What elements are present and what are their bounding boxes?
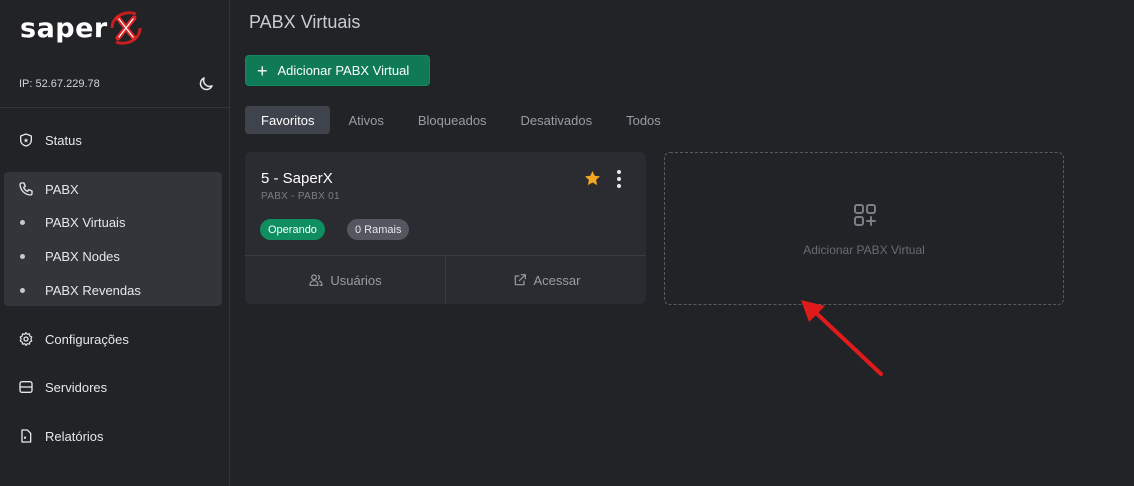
annotation-arrow-icon	[801, 300, 883, 376]
tab-desativados[interactable]: Desativados	[505, 106, 609, 134]
access-button[interactable]: Acessar	[446, 256, 646, 304]
sidebar-item-label: PABX	[45, 181, 79, 197]
moon-icon[interactable]	[197, 75, 215, 93]
sidebar-item-relatorios[interactable]: Relatórios	[4, 419, 222, 453]
sidebar: saper IP: 52.67.229.78 Status PABX PABX …	[0, 0, 230, 486]
page-title: PABX Virtuais	[249, 12, 361, 32]
pabx-group: PABX PABX Virtuais PABX Nodes PABX Reven…	[4, 172, 222, 306]
ip-address: IP: 52.67.229.78	[19, 78, 100, 90]
add-grid-icon	[854, 204, 876, 226]
tab-favoritos[interactable]: Favoritos	[245, 106, 331, 134]
sidebar-subitem-label: PABX Nodes	[45, 248, 120, 264]
plus-icon: +	[257, 60, 268, 81]
pabx-card-subtitle: PABX - PABX 01	[261, 191, 340, 202]
tab-todos[interactable]: Todos	[610, 106, 677, 134]
add-pabx-button[interactable]: + Adicionar PABX Virtual	[245, 55, 430, 86]
logo[interactable]: saper	[20, 6, 146, 50]
pabx-card-title: 5 - SaperX	[261, 170, 333, 187]
sidebar-subitem-pabx-revendas[interactable]: PABX Revendas	[4, 275, 222, 305]
external-link-icon	[514, 274, 526, 286]
sidebar-item-status[interactable]: Status	[4, 123, 222, 157]
pabx-card: 5 - SaperX PABX - PABX 01 Operando 0 Ram…	[245, 152, 646, 304]
bullet-icon	[20, 287, 25, 293]
pabx-card-footer: Usuários Acessar	[245, 255, 646, 304]
sidebar-item-label: Configurações	[45, 331, 129, 347]
logo-text: saper	[20, 12, 108, 44]
extensions-badge: 0 Ramais	[347, 219, 410, 240]
users-button[interactable]: Usuários	[245, 256, 445, 304]
status-badge: Operando	[260, 219, 325, 240]
shield-icon	[20, 133, 32, 147]
logo-x-icon	[110, 11, 142, 45]
main-content: PABX Virtuais + Adicionar PABX Virtual F…	[231, 0, 1134, 486]
sidebar-subitem-pabx-nodes[interactable]: PABX Nodes	[4, 241, 222, 271]
sidebar-item-label: Servidores	[45, 379, 108, 395]
users-button-label: Usuários	[330, 272, 382, 288]
sidebar-subitem-label: PABX Revendas	[45, 282, 141, 298]
sidebar-subitem-label: PABX Virtuais	[45, 214, 126, 230]
sidebar-item-servidores[interactable]: Servidores	[4, 370, 222, 404]
gear-icon	[19, 332, 33, 346]
report-icon	[21, 429, 32, 443]
sidebar-item-pabx[interactable]: PABX	[4, 172, 222, 206]
star-icon[interactable]	[583, 169, 602, 188]
add-pabx-card[interactable]: Adicionar PABX Virtual	[664, 152, 1064, 305]
kebab-icon[interactable]	[611, 169, 627, 189]
server-icon	[19, 381, 33, 393]
sidebar-item-configuracoes[interactable]: Configurações	[4, 322, 222, 356]
users-icon	[309, 274, 323, 286]
sidebar-subitem-pabx-virtuais[interactable]: PABX Virtuais	[4, 207, 222, 237]
sidebar-item-label: Relatórios	[45, 428, 104, 444]
phone-icon	[19, 182, 33, 196]
access-button-label: Acessar	[533, 272, 581, 288]
tab-ativos[interactable]: Ativos	[332, 106, 399, 134]
add-pabx-card-label: Adicionar PABX Virtual	[803, 243, 925, 257]
bullet-icon	[20, 253, 25, 259]
sidebar-item-label: Status	[45, 132, 82, 148]
tab-bloqueados[interactable]: Bloqueados	[402, 106, 503, 134]
tabs: Favoritos Ativos Bloqueados Desativados …	[245, 106, 679, 134]
ip-row: IP: 52.67.229.78	[19, 72, 215, 96]
add-pabx-button-label: Adicionar PABX Virtual	[277, 63, 410, 78]
sidebar-divider	[0, 107, 230, 108]
bullet-icon	[20, 219, 25, 225]
